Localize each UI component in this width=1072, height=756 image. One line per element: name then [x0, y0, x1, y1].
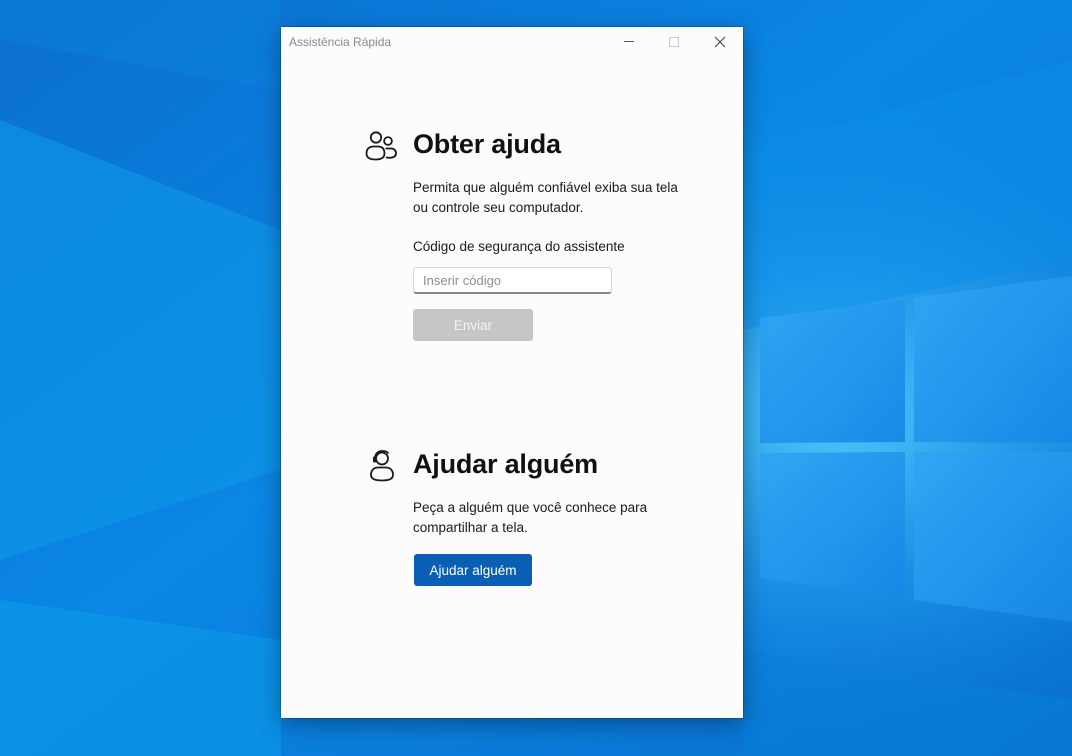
help-someone-title: Ajudar alguém [413, 449, 598, 479]
minimize-icon [624, 41, 634, 42]
close-icon [714, 36, 726, 48]
quick-assist-window: Assistência Rápida Obter ajuda Permita q… [281, 27, 743, 718]
close-button[interactable] [697, 27, 743, 57]
maximize-icon [669, 37, 679, 47]
get-help-description: Permita que alguém confiável exiba sua t… [413, 180, 678, 215]
maximize-button[interactable] [651, 27, 697, 57]
help-someone-description: Peça a alguém que você conhece para comp… [413, 500, 648, 535]
security-code-input[interactable] [413, 267, 612, 294]
window-title: Assistência Rápida [289, 35, 392, 49]
help-someone-button[interactable]: Ajudar alguém [414, 554, 532, 586]
minimize-button[interactable] [606, 27, 652, 57]
security-code-label: Código de segurança do assistente [413, 239, 625, 254]
people-icon [365, 131, 397, 161]
title-bar[interactable]: Assistência Rápida [281, 27, 743, 57]
get-help-title: Obter ajuda [413, 129, 561, 159]
send-button[interactable]: Enviar [413, 309, 533, 341]
person-headset-icon [370, 450, 394, 482]
